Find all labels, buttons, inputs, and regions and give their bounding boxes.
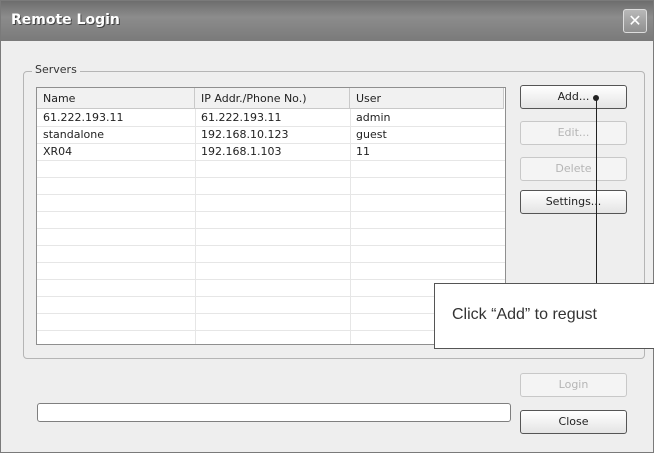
settings-button[interactable]: Settings...	[520, 190, 627, 214]
callout-box: Click “Add” to regust	[434, 283, 654, 349]
close-icon[interactable]: ✕	[623, 9, 647, 33]
cell-name: standalone	[43, 128, 105, 141]
empty-row	[37, 178, 505, 195]
progress-bar	[37, 403, 511, 422]
cell-name: 61.222.193.11	[43, 111, 124, 124]
empty-row	[37, 263, 505, 280]
add-button[interactable]: Add...	[520, 85, 627, 109]
delete-button[interactable]: Delete	[520, 157, 627, 181]
empty-row	[37, 229, 505, 246]
cell-name: XR04	[43, 145, 73, 158]
empty-row	[37, 246, 505, 263]
cell-ip: 61.222.193.11	[201, 111, 282, 124]
cell-ip: 192.168.1.103	[201, 145, 282, 158]
column-header-ip[interactable]: IP Addr./Phone No.)	[195, 88, 350, 109]
empty-row	[37, 195, 505, 212]
table-row[interactable]: standalone 192.168.10.123 guest	[37, 127, 505, 144]
cell-user: 11	[356, 145, 370, 158]
servers-group-label: Servers	[32, 63, 80, 76]
empty-row	[37, 212, 505, 229]
cell-user: admin	[356, 111, 391, 124]
empty-row	[37, 161, 505, 178]
column-header-user[interactable]: User	[350, 88, 504, 109]
edit-button[interactable]: Edit...	[520, 121, 627, 145]
window-title: Remote Login	[11, 12, 120, 28]
cell-ip: 192.168.10.123	[201, 128, 289, 141]
title-bar: Remote Login ✕	[1, 1, 653, 41]
column-header-name[interactable]: Name	[37, 88, 195, 109]
table-row[interactable]: 61.222.193.11 61.222.193.11 admin	[37, 110, 505, 127]
callout-leader-line	[596, 98, 597, 284]
callout-text: Click “Add” to regust	[452, 306, 597, 323]
remote-login-window: Remote Login ✕ Servers Name IP Addr./Pho…	[0, 0, 654, 453]
cell-user: guest	[356, 128, 387, 141]
close-button[interactable]: Close	[520, 410, 627, 434]
table-row[interactable]: XR04 192.168.1.103 11	[37, 144, 505, 161]
login-button[interactable]: Login	[520, 373, 627, 397]
